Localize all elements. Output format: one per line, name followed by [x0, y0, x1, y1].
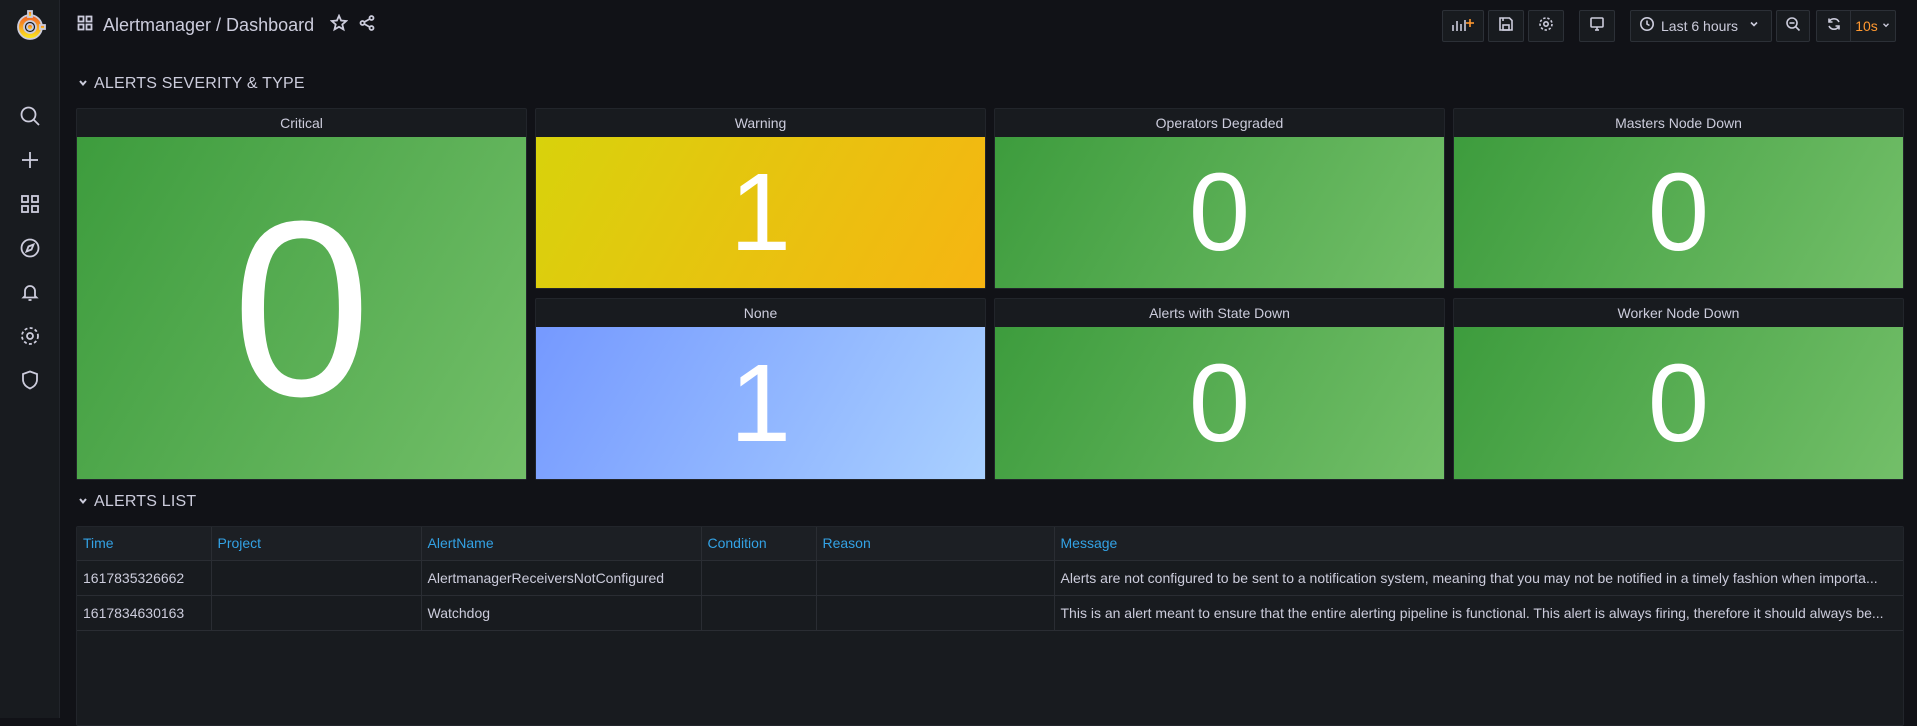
save-dashboard-button[interactable]: [1488, 10, 1524, 42]
panel-title: Masters Node Down: [1615, 115, 1742, 131]
panel-title: Alerts with State Down: [1149, 305, 1290, 321]
save-icon: [1498, 16, 1514, 37]
add-panel-icon: [1451, 16, 1475, 37]
column-header-condition[interactable]: Condition: [701, 527, 817, 561]
table-row: 1617834630163 Watchdog This is an alert …: [77, 595, 1903, 631]
alerts-table: Time Project AlertName Condition Reason …: [77, 527, 1903, 631]
compass-icon[interactable]: [18, 236, 42, 260]
stat-value: 0: [995, 137, 1444, 288]
cell-condition: [701, 560, 817, 596]
row-alerts-list[interactable]: ALERTS LIST: [78, 493, 196, 511]
cell-reason: [816, 595, 1055, 631]
add-panel-button[interactable]: [1442, 10, 1484, 42]
cell-project: [211, 595, 422, 631]
stat-panel-critical[interactable]: Critical 0: [76, 108, 527, 480]
cell-message: This is an alert meant to ensure that th…: [1054, 595, 1903, 631]
row-alerts-severity[interactable]: ALERTS SEVERITY & TYPE: [78, 75, 305, 93]
zoom-out-icon: [1785, 16, 1801, 37]
table-row: 1617835326662 AlertmanagerReceiversNotCo…: [77, 560, 1903, 596]
chevron-down-icon: [1748, 17, 1760, 35]
chevron-down-icon: [78, 493, 88, 511]
shield-icon[interactable]: [18, 368, 42, 392]
stat-value: 0: [995, 327, 1444, 479]
panel-title: None: [743, 305, 778, 321]
panel-title: Critical: [280, 115, 323, 131]
share-icon[interactable]: [358, 14, 376, 37]
panel-title: Operators Degraded: [1155, 115, 1284, 131]
cell-time: 1617834630163: [77, 595, 212, 631]
cell-project: [211, 560, 422, 596]
cell-time: 1617835326662: [77, 560, 212, 596]
cell-reason: [816, 560, 1055, 596]
cycle-view-mode-button[interactable]: [1579, 10, 1615, 42]
time-picker-button[interactable]: Last 6 hours: [1630, 10, 1772, 42]
column-header-time[interactable]: Time: [77, 527, 212, 561]
column-header-message[interactable]: Message: [1054, 527, 1903, 561]
grafana-logo-icon[interactable]: [13, 10, 47, 42]
star-icon[interactable]: [329, 13, 349, 37]
panel-title: Warning: [734, 115, 787, 131]
stat-panel-operators-degraded[interactable]: Operators Degraded 0: [994, 108, 1445, 289]
gear-icon: [1538, 16, 1554, 37]
alerts-table-panel: Time Project AlertName Condition Reason …: [76, 526, 1904, 726]
refresh-button[interactable]: [1816, 10, 1850, 42]
top-bar: Alertmanager / Dashboard Last 6 hours 10…: [61, 0, 1917, 52]
stat-value: 0: [1454, 327, 1903, 479]
stat-value: 1: [536, 327, 985, 479]
cell-alertname: Watchdog: [421, 595, 702, 631]
row-title: ALERTS LIST: [94, 493, 197, 510]
stat-value: 1: [536, 137, 985, 288]
search-icon[interactable]: [18, 104, 42, 128]
dashboard-settings-button[interactable]: [1528, 10, 1564, 42]
dashboards-icon[interactable]: [18, 192, 42, 216]
plus-icon[interactable]: [18, 148, 42, 172]
stat-value: 0: [1454, 137, 1903, 288]
stat-panel-masters-node-down[interactable]: Masters Node Down 0: [1453, 108, 1904, 289]
refresh-interval-picker[interactable]: 10s: [1850, 10, 1896, 42]
clock-icon: [1639, 16, 1655, 37]
panel-title: Worker Node Down: [1617, 305, 1740, 321]
breadcrumb: Alertmanager / Dashboard: [77, 13, 376, 37]
refresh-interval-label: 10s: [1855, 18, 1878, 34]
stat-panel-worker-node-down[interactable]: Worker Node Down 0: [1453, 298, 1904, 480]
table-header-row: Time Project AlertName Condition Reason …: [77, 527, 1903, 561]
row-title: ALERTS SEVERITY & TYPE: [94, 75, 305, 92]
cell-condition: [701, 595, 817, 631]
gear-icon[interactable]: [18, 324, 42, 348]
chevron-down-icon: [1881, 17, 1891, 35]
bell-icon[interactable]: [18, 280, 42, 304]
stat-panel-alerts-state-down[interactable]: Alerts with State Down 0: [994, 298, 1445, 480]
side-nav: [0, 0, 60, 718]
page-title[interactable]: Alertmanager / Dashboard: [103, 15, 314, 36]
chevron-down-icon: [78, 75, 88, 93]
stat-panel-warning[interactable]: Warning 1: [535, 108, 986, 289]
cell-message: Alerts are not configured to be sent to …: [1054, 560, 1903, 596]
column-header-project[interactable]: Project: [211, 527, 422, 561]
refresh-icon: [1826, 16, 1842, 37]
monitor-icon: [1589, 16, 1605, 37]
time-range-label: Last 6 hours: [1661, 18, 1739, 34]
stat-panel-none[interactable]: None 1: [535, 298, 986, 480]
column-header-alertname[interactable]: AlertName: [421, 527, 702, 561]
dashboards-grid-icon: [77, 15, 93, 36]
zoom-out-button[interactable]: [1776, 10, 1810, 42]
cell-alertname: AlertmanagerReceiversNotConfigured: [421, 560, 702, 596]
stat-value: 0: [77, 137, 526, 479]
column-header-reason[interactable]: Reason: [816, 527, 1055, 561]
